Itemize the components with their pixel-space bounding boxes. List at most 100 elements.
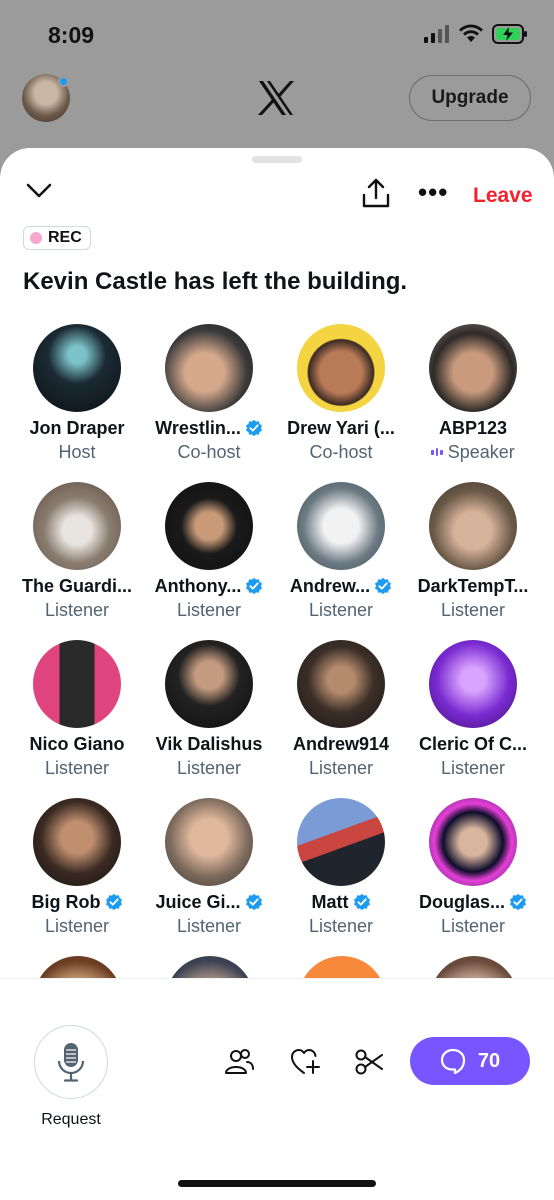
space-controls: Request 70 bbox=[0, 978, 554, 1200]
participant-role-row: Co-host bbox=[143, 440, 275, 464]
participant-avatar[interactable] bbox=[429, 324, 517, 412]
participant-role-row: Listener bbox=[407, 914, 539, 938]
wifi-icon bbox=[459, 24, 483, 42]
recording-label: REC bbox=[48, 229, 82, 246]
participant-role-row: Listener bbox=[143, 756, 275, 780]
participant-role: Listener bbox=[440, 915, 506, 936]
participant-name-row: Vik Dalishus bbox=[143, 732, 275, 756]
participant-avatar[interactable] bbox=[33, 324, 121, 412]
participant-avatar[interactable] bbox=[165, 640, 253, 728]
participant-card[interactable]: Drew Yari (... Co-host bbox=[275, 324, 407, 474]
participant-role-row: Listener bbox=[275, 598, 407, 622]
participant-avatar[interactable] bbox=[297, 324, 385, 412]
verified-badge-icon bbox=[105, 893, 122, 911]
participant-name: Andrew914 bbox=[292, 733, 390, 754]
participant-card[interactable]: Anthony... Listener bbox=[143, 482, 275, 632]
participant-role-row: Listener bbox=[11, 598, 143, 622]
participant-name-row: DarkTempT... bbox=[407, 574, 539, 598]
more-options-icon[interactable]: ••• bbox=[418, 179, 448, 205]
participant-card[interactable]: Juice Gi... Listener bbox=[143, 798, 275, 948]
verified-badge-icon bbox=[509, 893, 527, 911]
participant-avatar[interactable] bbox=[165, 798, 253, 886]
home-indicator bbox=[178, 1180, 376, 1187]
comments-button[interactable]: 70 bbox=[410, 1037, 530, 1085]
participant-card[interactable]: Douglas... Listener bbox=[407, 798, 539, 948]
participant-avatar[interactable] bbox=[33, 482, 121, 570]
participant-card[interactable]: Andrew914 Listener bbox=[275, 640, 407, 790]
react-button[interactable] bbox=[290, 1047, 320, 1077]
request-label: Request bbox=[41, 1111, 101, 1128]
participant-avatar[interactable] bbox=[430, 956, 518, 980]
participant-role: Listener bbox=[44, 915, 110, 936]
participant-name-row: Douglas... bbox=[407, 890, 539, 914]
upgrade-button[interactable]: Upgrade bbox=[409, 75, 531, 121]
participant-avatar[interactable] bbox=[33, 798, 121, 886]
status-bar: 8:09 bbox=[0, 0, 554, 70]
leave-button[interactable]: Leave bbox=[473, 184, 533, 208]
participant-card[interactable]: Wrestlin... Co-host bbox=[143, 324, 275, 474]
participant-role: Co-host bbox=[309, 441, 373, 462]
participant-role-row: Speaker bbox=[407, 440, 539, 464]
participant-avatar[interactable] bbox=[166, 956, 254, 980]
verified-badge-icon bbox=[245, 419, 262, 437]
participant-avatar[interactable] bbox=[429, 640, 517, 728]
participant-role: Listener bbox=[176, 915, 242, 936]
participant-name-row: Andrew... bbox=[275, 574, 407, 598]
participant-card[interactable]: ABP123 Speaker bbox=[407, 324, 539, 474]
participant-card[interactable]: The Guardi... Listener bbox=[11, 482, 143, 632]
participant-avatar[interactable] bbox=[429, 482, 517, 570]
participant-avatar[interactable] bbox=[297, 482, 385, 570]
participant-card[interactable]: DarkTempT... Listener bbox=[407, 482, 539, 632]
participant-role: Listener bbox=[308, 599, 374, 620]
participant-avatar[interactable] bbox=[429, 798, 517, 886]
participant-avatar[interactable] bbox=[165, 324, 253, 412]
participant-name: Matt bbox=[311, 891, 349, 912]
participant-name-row: Jon Draper bbox=[11, 416, 143, 440]
sheet-grabber[interactable] bbox=[252, 156, 302, 163]
participant-name-row: Nico Giano bbox=[11, 732, 143, 756]
people-icon bbox=[225, 1049, 254, 1074]
participant-role: Host bbox=[58, 441, 96, 462]
participant-card[interactable]: Cleric Of C... Listener bbox=[407, 640, 539, 790]
battery-charging-icon bbox=[492, 24, 527, 44]
participant-card[interactable]: Jon Draper Host bbox=[11, 324, 143, 474]
share-icon[interactable] bbox=[362, 178, 390, 208]
participant-role: Listener bbox=[176, 757, 242, 778]
chevron-down-icon[interactable] bbox=[26, 182, 52, 200]
participant-card[interactable]: Vik Dalishus Listener bbox=[143, 640, 275, 790]
comment-icon bbox=[440, 1048, 465, 1074]
participant-avatar[interactable] bbox=[34, 956, 122, 980]
participant-role-row: Host bbox=[11, 440, 143, 464]
participant-avatar[interactable] bbox=[297, 798, 385, 886]
participant-role-row: Listener bbox=[275, 756, 407, 780]
participant-name: Anthony... bbox=[154, 575, 242, 596]
participant-card[interactable]: Andrew... Listener bbox=[275, 482, 407, 632]
request-mic-button[interactable] bbox=[34, 1025, 108, 1099]
participant-card[interactable]: Matt Listener bbox=[275, 798, 407, 948]
participant-card[interactable]: Nico Giano Listener bbox=[11, 640, 143, 790]
space-top-bar: ••• Leave bbox=[0, 176, 554, 216]
participant-avatar[interactable] bbox=[297, 640, 385, 728]
participant-name: ABP123 bbox=[438, 417, 508, 438]
participant-card[interactable]: Big Rob Listener bbox=[11, 798, 143, 948]
participant-role-row: Co-host bbox=[275, 440, 407, 464]
participant-role: Listener bbox=[44, 599, 110, 620]
participant-name: Douglas... bbox=[418, 891, 505, 912]
participant-name-row: Cleric Of C... bbox=[407, 732, 539, 756]
participant-name: Cleric Of C... bbox=[418, 733, 528, 754]
participant-role-row: Listener bbox=[275, 914, 407, 938]
participant-role: Listener bbox=[44, 757, 110, 778]
participants-button[interactable] bbox=[224, 1047, 254, 1077]
participant-avatar[interactable] bbox=[298, 956, 386, 980]
participant-name: Wrestlin... bbox=[155, 417, 241, 438]
participant-name-row: Matt bbox=[275, 890, 407, 914]
participant-name-row: ABP123 bbox=[407, 416, 539, 440]
recording-badge: REC bbox=[23, 226, 91, 250]
background-app: 8:09 Upgrade bbox=[0, 0, 554, 170]
participant-name-row: Andrew914 bbox=[275, 732, 407, 756]
participant-avatar[interactable] bbox=[33, 640, 121, 728]
signal-icon bbox=[424, 25, 449, 43]
participant-avatar[interactable] bbox=[165, 482, 253, 570]
participant-role-row: Listener bbox=[407, 598, 539, 622]
clip-button[interactable] bbox=[354, 1047, 384, 1077]
